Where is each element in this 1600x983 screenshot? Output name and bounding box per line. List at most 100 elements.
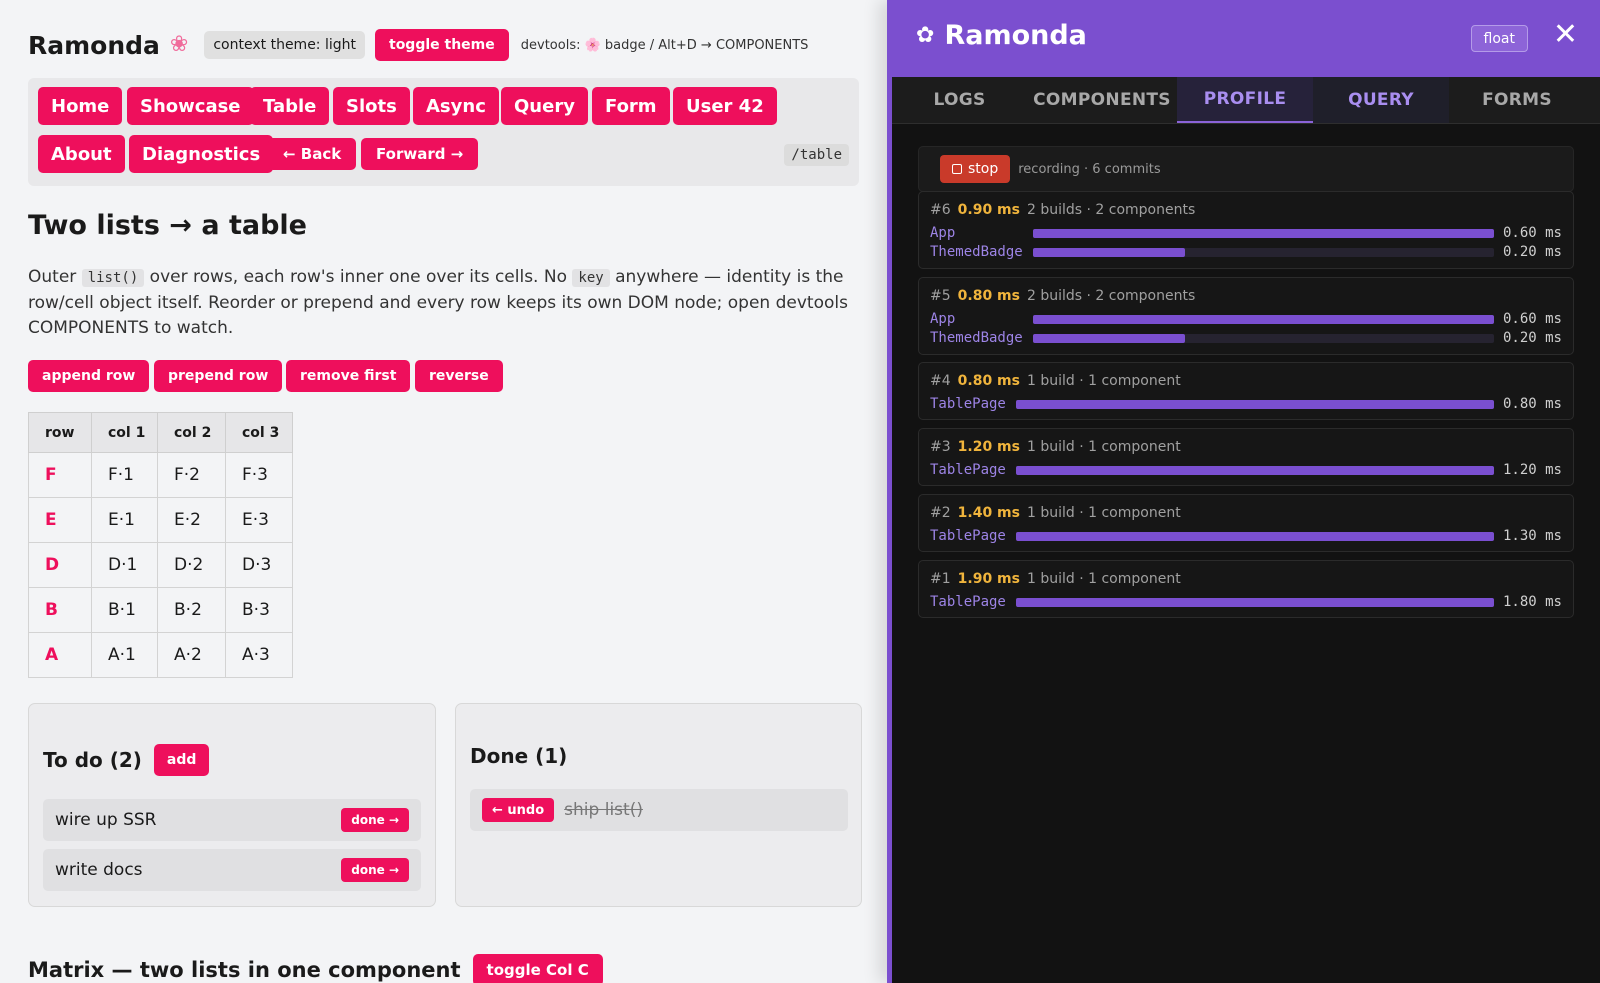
- commit-card[interactable]: #6 0.90 ms 2 builds · 2 components App 0.60 …: [918, 191, 1574, 269]
- nav-about[interactable]: About: [38, 135, 125, 173]
- page-description: Outer list() over rows, each row's inner…: [28, 265, 868, 341]
- nav-user-42[interactable]: User 42: [673, 87, 777, 125]
- tab-profile[interactable]: PROFILE: [1177, 77, 1313, 123]
- add-todo-button[interactable]: add: [153, 744, 210, 776]
- page-title: Two lists → a table: [28, 210, 307, 241]
- tab-components[interactable]: COMPONENTS: [1027, 77, 1177, 123]
- table-cell: F·2: [157, 452, 226, 498]
- mark-done-button[interactable]: done →: [341, 808, 409, 832]
- commit-duration: 0.80 ms: [957, 373, 1020, 389]
- component-name: ThemedBadge: [930, 244, 1023, 260]
- nav-form[interactable]: Form: [592, 87, 670, 125]
- row-key: A: [28, 632, 92, 678]
- float-button[interactable]: float: [1470, 25, 1528, 52]
- component-timing-row: ThemedBadge 0.20 ms: [930, 330, 1562, 348]
- table-header-row: row col 1 col 2 col 3: [28, 412, 293, 453]
- commit-id: #5: [930, 288, 951, 304]
- table-cell: F·3: [225, 452, 293, 498]
- todo-text: write docs: [55, 860, 143, 880]
- theme-chip: context theme: light: [204, 31, 365, 59]
- nav-slots[interactable]: Slots: [333, 87, 410, 125]
- nav-diagnostics[interactable]: Diagnostics: [129, 135, 274, 173]
- todo-header: To do (2) add: [43, 744, 210, 776]
- table-cell: F·1: [91, 452, 158, 498]
- commit-header: #4 0.80 ms 1 build · 1 component: [930, 373, 1181, 389]
- table-row: E E·1 E·2 E·3: [28, 497, 293, 543]
- table-cell: E·1: [91, 497, 158, 543]
- timing-bar: [1033, 334, 1494, 343]
- component-timing-row: App 0.60 ms: [930, 225, 1562, 243]
- done-header: Done (1): [470, 744, 567, 768]
- matrix-section-header: Matrix — two lists in one component togg…: [28, 954, 603, 983]
- tab-query[interactable]: QUERY: [1313, 77, 1449, 123]
- flower-icon: ✿: [916, 23, 935, 48]
- table-cell: B·2: [157, 587, 226, 633]
- commit-card[interactable]: #5 0.80 ms 2 builds · 2 components App 0.60 …: [918, 277, 1574, 355]
- component-duration: 0.60 ms: [1502, 225, 1562, 241]
- commit-duration: 1.40 ms: [957, 505, 1020, 521]
- component-duration: 0.60 ms: [1502, 311, 1562, 327]
- commit-card[interactable]: #1 1.90 ms 1 build · 1 component TablePage 1…: [918, 560, 1574, 618]
- todo-item: write docs done →: [43, 849, 421, 891]
- code-list: list(): [81, 269, 145, 287]
- toggle-theme-button[interactable]: toggle theme: [375, 29, 509, 61]
- component-duration: 0.20 ms: [1502, 244, 1562, 260]
- table-cell: D·1: [91, 542, 158, 588]
- row-key: D: [28, 542, 92, 588]
- timing-bar-fill: [1033, 248, 1186, 257]
- commit-card[interactable]: #3 1.20 ms 1 build · 1 component TablePage 1…: [918, 428, 1574, 486]
- timing-bar-fill: [1016, 466, 1494, 475]
- forward-button[interactable]: Forward →: [361, 138, 479, 170]
- table-cell: B·1: [91, 587, 158, 633]
- done-text: ship list(): [564, 800, 643, 820]
- tab-forms[interactable]: FORMS: [1449, 77, 1585, 123]
- toggle-col-c-button[interactable]: toggle Col C: [472, 954, 603, 983]
- tab-logs[interactable]: LOGS: [892, 77, 1027, 123]
- component-name: App: [930, 311, 956, 327]
- commit-header: #5 0.80 ms 2 builds · 2 components: [930, 288, 1195, 304]
- devtools-hint: devtools: 🌸 badge / Alt+D → COMPONENTS: [520, 37, 809, 53]
- table-cell: A·2: [157, 632, 226, 678]
- column-header: row: [28, 412, 92, 453]
- app-header: Ramonda ❀ context theme: light toggle th…: [28, 28, 808, 62]
- append-row-button[interactable]: append row: [28, 360, 150, 392]
- commit-header: #1 1.90 ms 1 build · 1 component: [930, 571, 1181, 587]
- column-header: col 2: [157, 412, 226, 453]
- remove-first-button[interactable]: remove first: [286, 360, 411, 392]
- back-button[interactable]: ← Back: [268, 138, 357, 170]
- commit-card[interactable]: #4 0.80 ms 1 build · 1 component TablePage 0…: [918, 362, 1574, 420]
- nav-home[interactable]: Home: [38, 87, 123, 125]
- commit-duration: 1.90 ms: [957, 571, 1020, 587]
- nav-showcase[interactable]: Showcase: [127, 87, 254, 125]
- component-name: TablePage: [930, 396, 1006, 412]
- mark-done-button[interactable]: done →: [341, 858, 409, 882]
- commit-header: #2 1.40 ms 1 build · 1 component: [930, 505, 1181, 521]
- component-name: TablePage: [930, 528, 1006, 544]
- component-timing-row: TablePage 1.80 ms: [930, 594, 1562, 612]
- nav-query[interactable]: Query: [501, 87, 588, 125]
- component-name: App: [930, 225, 956, 241]
- devtools-header: ✿ Ramonda float ✕: [892, 0, 1600, 77]
- commit-summary: 2 builds · 2 components: [1026, 202, 1196, 218]
- undo-button[interactable]: ← undo: [482, 798, 555, 822]
- devtools-panel: ✿ Ramonda float ✕ LOGS COMPONENTS PROFIL…: [887, 0, 1600, 983]
- app-title: Ramonda: [28, 30, 160, 60]
- nav-async[interactable]: Async: [413, 87, 499, 125]
- component-duration: 1.80 ms: [1502, 594, 1562, 610]
- prepend-row-button[interactable]: prepend row: [154, 360, 283, 392]
- close-icon[interactable]: ✕: [1553, 20, 1578, 50]
- timing-bar: [1033, 315, 1494, 324]
- commit-id: #1: [930, 571, 951, 587]
- component-timing-row: ThemedBadge 0.20 ms: [930, 244, 1562, 262]
- column-header: col 3: [225, 412, 293, 453]
- stop-button[interactable]: stop: [940, 155, 1011, 183]
- nav-table[interactable]: Table: [250, 87, 330, 125]
- timing-bar-fill: [1033, 334, 1186, 343]
- timing-bar: [1033, 248, 1494, 257]
- component-timing-row: App 0.60 ms: [930, 311, 1562, 329]
- commit-card[interactable]: #2 1.40 ms 1 build · 1 component TablePage 1…: [918, 494, 1574, 552]
- commit-summary: 1 build · 1 component: [1026, 571, 1181, 587]
- stop-label: stop: [968, 161, 999, 177]
- timing-bar: [1033, 229, 1494, 238]
- reverse-button[interactable]: reverse: [415, 360, 503, 392]
